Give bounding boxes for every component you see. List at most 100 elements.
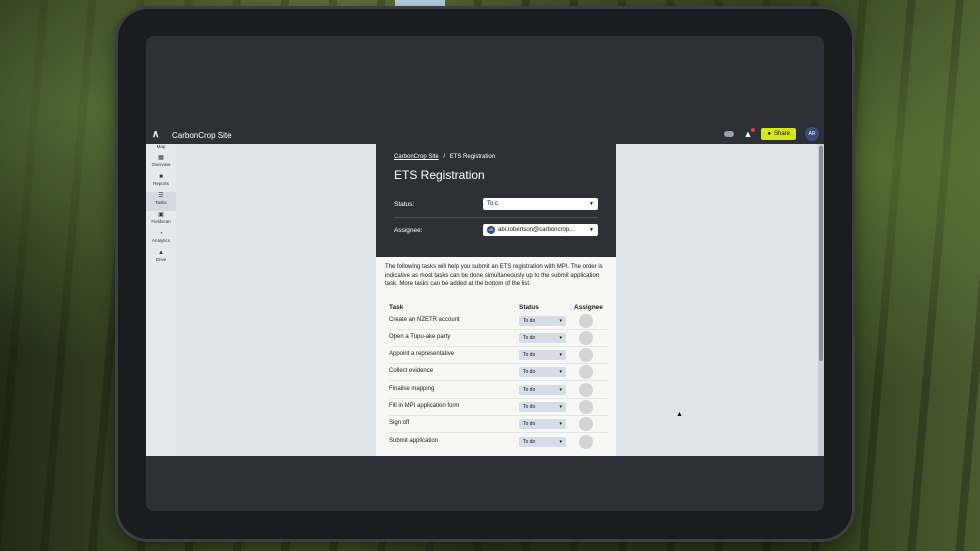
table-row[interactable]: Open a Tupu-ake party To do ▾: [389, 330, 609, 347]
assignee-placeholder-avatar[interactable]: [579, 348, 593, 362]
task-status-value: To do: [523, 335, 536, 341]
row-divider: [389, 432, 609, 433]
chevron-down-icon: ▼: [589, 201, 594, 207]
grid-icon: ▦: [158, 155, 164, 161]
task-status-value: To do: [523, 369, 536, 375]
topbar-actions: ▲ ● Share AR: [724, 127, 819, 141]
app-window: ∧ CarbonCrop Site ▲ ● Share AR Map ▦ Ove…: [146, 126, 824, 456]
row-divider: [389, 380, 609, 381]
task-status-select[interactable]: To do ▾: [519, 419, 566, 429]
page-title: ETS Registration: [394, 168, 485, 182]
list-icon: ☰: [158, 193, 164, 199]
status-label: Status:: [394, 201, 415, 208]
task-name[interactable]: Finalise mapping: [389, 386, 434, 392]
chevron-down-icon: ▾: [559, 421, 562, 427]
task-status-select[interactable]: To do ▾: [519, 402, 566, 412]
sidebar-item-drive[interactable]: ▲ Drive: [146, 249, 176, 268]
task-intro-text: The following tasks will help you submit…: [385, 264, 603, 287]
table-row[interactable]: Create an NZETR account To do ▾: [389, 313, 609, 330]
assignee-placeholder-avatar[interactable]: [579, 331, 593, 345]
status-select[interactable]: To c ▼: [483, 198, 598, 210]
mouse-cursor-icon: ▲: [676, 411, 683, 418]
assignee-placeholder-avatar[interactable]: [579, 417, 593, 431]
task-status-select[interactable]: To do ▾: [519, 367, 566, 377]
assignee-placeholder-avatar[interactable]: [579, 435, 593, 449]
status-select-value: To c: [487, 201, 499, 207]
task-status-value: To do: [523, 318, 536, 324]
scrollbar[interactable]: [818, 144, 824, 456]
sidebar-item-label: Overview: [151, 162, 171, 167]
table-row[interactable]: Appoint a representative To do ▾: [389, 347, 609, 364]
assignee-placeholder-avatar[interactable]: [579, 400, 593, 414]
notification-dot: [751, 128, 756, 132]
tablet-screen: ∧ CarbonCrop Site ▲ ● Share AR Map ▦ Ove…: [146, 36, 824, 511]
share-button[interactable]: ● Share: [761, 128, 796, 140]
task-status-value: To do: [523, 421, 536, 427]
breadcrumb-link[interactable]: CarbonCrop Site: [394, 154, 439, 160]
task-status-select[interactable]: To do ▾: [519, 385, 566, 395]
sidebar-item-fieldscan[interactable]: ▣ Fieldscan: [146, 211, 176, 230]
task-name[interactable]: Fill in MPI application form: [389, 403, 459, 409]
assignee-select-value: abi.robertson@carboncrop...: [498, 227, 575, 233]
task-status-select[interactable]: To do ▾: [519, 316, 566, 326]
table-row[interactable]: Collect evidence To do ▾: [389, 364, 609, 381]
task-name[interactable]: Sign off: [389, 420, 409, 426]
sidebar-item-label: Tasks: [155, 200, 167, 205]
user-avatar[interactable]: AR: [805, 127, 819, 141]
task-status-value: To do: [523, 404, 536, 410]
chevron-down-icon: ▾: [559, 335, 562, 341]
assignee-label: Assignee:: [394, 227, 423, 234]
scrollbar-thumb[interactable]: [819, 146, 823, 361]
sidebar-item-map[interactable]: Map: [146, 144, 176, 154]
sidebar-item-reports[interactable]: ■ Reports: [146, 173, 176, 192]
table-row[interactable]: Sign off To do ▾: [389, 416, 609, 433]
chevron-down-icon: ▾: [559, 439, 562, 445]
sidebar-item-overview[interactable]: ▦ Overview: [146, 154, 176, 173]
table-row[interactable]: Fill in MPI application form To do ▾: [389, 399, 609, 416]
assignee-select[interactable]: AR abi.robertson@carboncrop... ▼: [483, 224, 598, 236]
sidebar-item-label: Fieldscan: [151, 219, 171, 224]
map-pane-right: [616, 144, 818, 456]
tablet-frame: ∧ CarbonCrop Site ▲ ● Share AR Map ▦ Ove…: [118, 9, 852, 539]
task-name[interactable]: Collect evidence: [389, 368, 433, 374]
document-icon: ■: [159, 174, 163, 180]
assignee-avatar: AR: [487, 226, 495, 234]
share-label: Share: [773, 131, 790, 137]
chevron-down-icon: ▾: [559, 404, 562, 410]
assignee-placeholder-avatar[interactable]: [579, 314, 593, 328]
assignee-placeholder-avatar[interactable]: [579, 365, 593, 379]
notification-bell-icon[interactable]: ▲: [743, 128, 756, 139]
sidebar-item-label: Reports: [153, 181, 169, 186]
task-name[interactable]: Open a Tupu-ake party: [389, 334, 450, 340]
task-name[interactable]: Submit application: [389, 438, 438, 444]
map-pane-left: [176, 144, 376, 456]
chevron-down-icon: ▾: [559, 352, 562, 358]
column-header-assignee: Assignee: [574, 304, 603, 311]
task-name[interactable]: Create an NZETR account: [389, 317, 460, 323]
chevron-down-icon: ▾: [559, 387, 562, 393]
sidebar-item-tasks[interactable]: ☰ Tasks: [146, 192, 176, 211]
site-title: CarbonCrop Site: [172, 130, 232, 140]
column-header-status: Status: [519, 304, 539, 311]
people-icon: ●: [767, 131, 771, 137]
drive-icon: ▲: [158, 250, 164, 256]
task-status-value: To do: [523, 439, 536, 445]
breadcrumb-separator: /: [443, 154, 446, 160]
cloud-sync-icon[interactable]: [724, 131, 735, 137]
task-status-select[interactable]: To do ▾: [519, 437, 566, 447]
sidebar-item-label: Analytics: [151, 238, 170, 243]
task-list-panel: The following tasks will help you submit…: [376, 257, 616, 456]
sidebar-item-analytics[interactable]: ◔ Analytics: [146, 230, 176, 249]
task-name[interactable]: Appoint a representative: [389, 351, 454, 357]
assignee-placeholder-avatar[interactable]: [579, 383, 593, 397]
top-bar: ∧ CarbonCrop Site ▲ ● Share AR: [146, 126, 824, 144]
table-row[interactable]: Finalise mapping To do ▾: [389, 382, 609, 399]
task-status-select[interactable]: To do ▾: [519, 333, 566, 343]
pie-icon: ◔: [159, 231, 163, 237]
table-row[interactable]: Submit application To do ▾: [389, 434, 609, 451]
task-status-value: To do: [523, 352, 536, 358]
sidebar: Map ▦ Overview ■ Reports ☰ Tasks ▣ Field…: [146, 144, 176, 456]
chevron-down-icon: ▾: [559, 318, 562, 324]
carboncrop-logo-icon[interactable]: ∧: [152, 129, 166, 141]
task-status-select[interactable]: To do ▾: [519, 350, 566, 360]
